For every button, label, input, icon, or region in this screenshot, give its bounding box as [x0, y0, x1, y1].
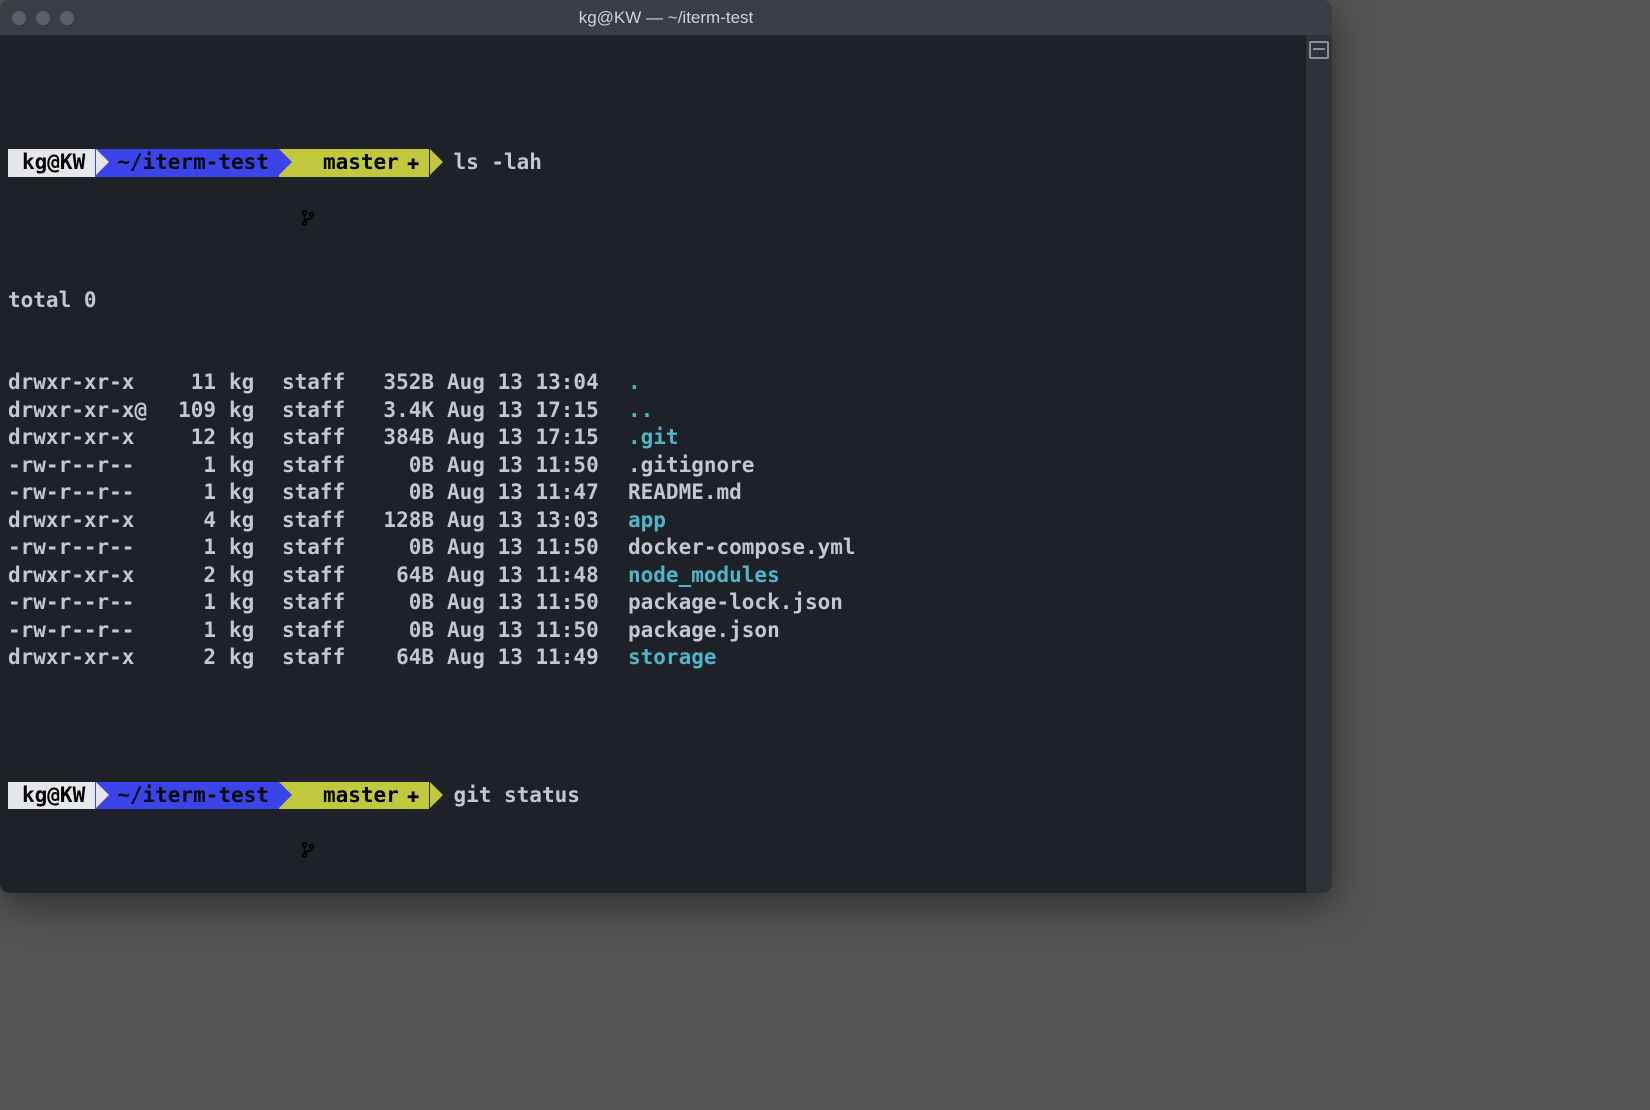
ls-filename: docker-compose.yml — [628, 535, 856, 559]
git-dirty-icon: ✚ — [407, 149, 420, 177]
ls-filename: README.md — [628, 480, 742, 504]
ls-row: drwxr-xr-x2kgstaff64BAug 13 11:48node_mo… — [8, 562, 1306, 590]
ls-filename: package.json — [628, 618, 780, 642]
prompt-host-segment: kg@KW — [8, 149, 95, 177]
ls-row: -rw-r--r--1kgstaff0BAug 13 11:50package.… — [8, 617, 1306, 645]
titlebar[interactable]: kg@KW — ~/iterm-test — [0, 0, 1332, 35]
window-title: kg@KW — ~/iterm-test — [0, 4, 1332, 32]
ls-filename: package-lock.json — [628, 590, 843, 614]
ls-filename: node_modules — [628, 563, 780, 587]
command-text: git status — [453, 782, 579, 810]
ls-row: -rw-r--r--1kgstaff0BAug 13 11:50package-… — [8, 589, 1306, 617]
minimize-icon[interactable] — [36, 11, 50, 25]
prompt-branch-segment: master ✚ — [279, 782, 430, 810]
ls-row: -rw-r--r--1kgstaff0BAug 13 11:50.gitigno… — [8, 452, 1306, 480]
ls-filename: .. — [628, 398, 653, 422]
ls-output: drwxr-xr-x11kgstaff352BAug 13 13:04.drwx… — [8, 369, 1306, 672]
git-branch-icon — [301, 154, 315, 172]
prompt-host: kg@KW — [22, 782, 85, 810]
prompt-path-segment: ~/iterm-test — [95, 782, 279, 810]
prompt-path-segment: ~/iterm-test — [95, 149, 279, 177]
ls-filename: .gitignore — [628, 453, 754, 477]
git-branch-icon — [301, 786, 315, 804]
ls-row: drwxr-xr-x11kgstaff352BAug 13 13:04. — [8, 369, 1306, 397]
command-text: ls -lah — [453, 149, 542, 177]
terminal-window: kg@KW — ~/iterm-test kg@KW ~/iterm-test … — [0, 0, 1332, 893]
ls-row: drwxr-xr-x12kgstaff384BAug 13 17:15.git — [8, 424, 1306, 452]
ls-row: drwxr-xr-x2kgstaff64BAug 13 11:49storage — [8, 644, 1306, 672]
ls-row: -rw-r--r--1kgstaff0BAug 13 11:50docker-c… — [8, 534, 1306, 562]
close-icon[interactable] — [12, 11, 26, 25]
ls-filename: . — [628, 370, 641, 394]
prompt-host-segment: kg@KW — [8, 782, 95, 810]
prompt-branch: master — [323, 782, 399, 810]
prompt-line: kg@KW ~/iterm-test master ✚ ls -lah — [8, 149, 1306, 177]
ls-filename: storage — [628, 645, 717, 669]
prompt-path: ~/iterm-test — [117, 782, 269, 810]
ls-row: drwxr-xr-x4kgstaff128BAug 13 13:03app — [8, 507, 1306, 535]
annotation-gutter[interactable] — [1305, 35, 1332, 893]
ls-row: -rw-r--r--1kgstaff0BAug 13 11:47README.m… — [8, 479, 1306, 507]
terminal-body[interactable]: kg@KW ~/iterm-test master ✚ ls -lah tota… — [0, 35, 1306, 893]
zoom-icon[interactable] — [60, 11, 74, 25]
prompt-branch: master — [323, 149, 399, 177]
mark-icon[interactable] — [1309, 41, 1329, 59]
window-controls — [12, 11, 74, 25]
ls-filename: app — [628, 508, 666, 532]
ls-filename: .git — [628, 425, 679, 449]
ls-row: drwxr-xr-x@109kgstaff3.4KAug 13 17:15.. — [8, 397, 1306, 425]
git-dirty-icon: ✚ — [407, 782, 420, 810]
ls-total: total 0 — [8, 287, 1306, 315]
prompt-host: kg@KW — [22, 149, 85, 177]
prompt-path: ~/iterm-test — [117, 149, 269, 177]
prompt-line: kg@KW ~/iterm-test master ✚ git status — [8, 782, 1306, 810]
prompt-branch-segment: master ✚ — [279, 149, 430, 177]
